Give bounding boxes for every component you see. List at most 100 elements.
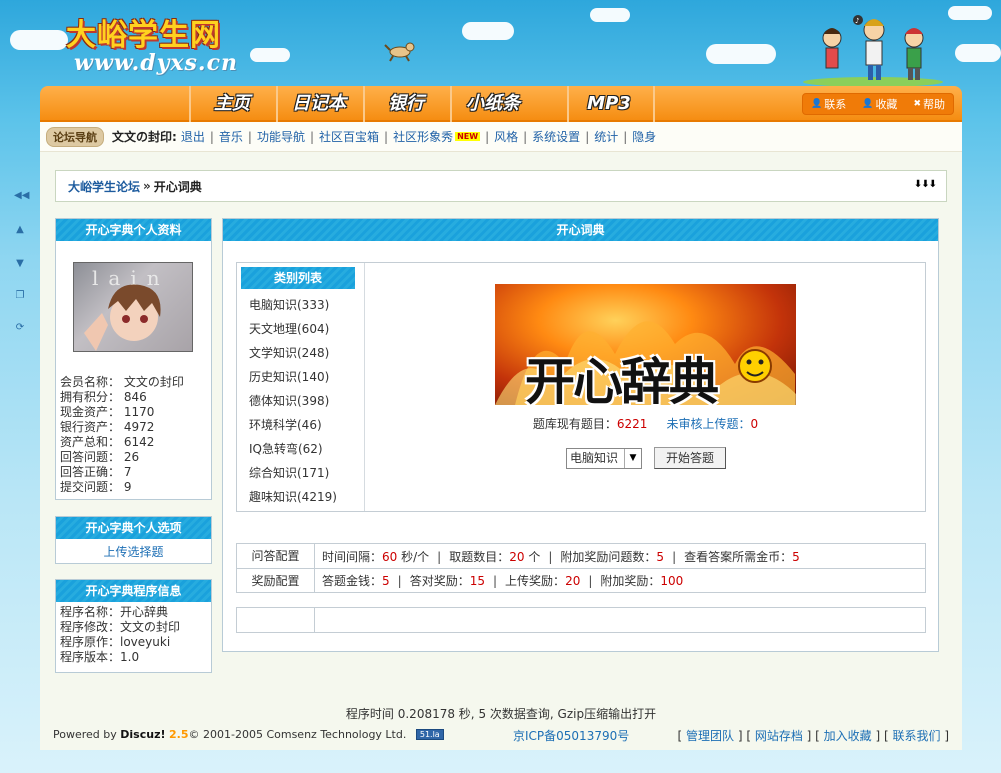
close-icon: ✖ [913, 99, 921, 109]
upload-question-link[interactable]: 上传选择题 [56, 543, 211, 560]
current-user: 文文の封印: [112, 130, 177, 144]
footer: Powered by Discuz! 2.5© 2001-2005 Comsen… [53, 727, 949, 743]
category-item[interactable]: 趣味知识(4219) [249, 488, 337, 505]
category-item[interactable]: 电脑知识(333) [249, 296, 329, 313]
forum-nav-badge: 论坛导航 [46, 126, 104, 147]
profile-row: 资产总和： 6142 [60, 435, 155, 449]
nav-diary[interactable]: 日记本 [281, 91, 357, 117]
profile-row: 现金资产： 1170 [60, 405, 155, 419]
invisible-link[interactable]: 隐身 [632, 128, 656, 145]
start-quiz-button[interactable]: 开始答题 [654, 447, 726, 469]
answer-config-row: 问答配置 时间间隔：60 秒/个 | 取题数目：20 个 | 附加奖励问题数：5 | 查看答… [237, 544, 925, 568]
nav-home[interactable]: 主页 [194, 91, 270, 117]
profile-row: 回答正确： 7 [60, 465, 132, 479]
nav-quicklinks: 👤 联系 👤 收藏 ✖ 帮助 [802, 93, 954, 115]
archive-link[interactable]: 网站存档 [755, 729, 803, 743]
profile-panel-title: 开心字典个人资料 [56, 219, 211, 241]
program-version: 程序版本：1.0 [60, 650, 140, 664]
site-logo-url: www.dyxs.cn [74, 50, 238, 76]
config-table: 问答配置 时间间隔：60 秒/个 | 取题数目：20 个 | 附加奖励问题数：5 | 查看答… [236, 543, 926, 593]
style-link[interactable]: 风格 [494, 128, 518, 145]
empty-table [236, 607, 926, 633]
avatar-show-link[interactable]: 社区形象秀 [393, 128, 453, 145]
site-logo[interactable]: 大峪学生网 [66, 10, 221, 54]
main-nav: 主页 日记本 银行 小纸条 MP3 👤 联系 👤 收藏 ✖ 帮助 [40, 86, 962, 122]
program-author: 程序原作：loveyuki [60, 635, 171, 649]
main-content: 大峪学生论坛 » 开心词典 ⬇⬇⬇ 开心字典个人资料 lain 会员名称： 文文… [40, 152, 962, 750]
nav-separator [450, 86, 452, 122]
pending-questions: 0 [750, 417, 759, 431]
site-banner: 大峪学生网 www.dyxs.cn ♪ [0, 0, 1001, 86]
quiz-panel-title: 开心词典 [223, 219, 938, 241]
bookmark-link[interactable]: 加入收藏 [824, 729, 872, 743]
category-item[interactable]: 天文地理(604) [249, 320, 329, 337]
nav-notes[interactable]: 小纸条 [455, 91, 531, 117]
dictionary-banner: 开心辞典 [495, 284, 796, 405]
person-icon: 👤 [862, 99, 874, 109]
profile-row: 提交问题： 9 [60, 480, 132, 494]
toolbox-link[interactable]: 社区百宝箱 [319, 128, 379, 145]
collapse-icon[interactable]: ⬇⬇⬇ [914, 179, 937, 190]
profile-row: 回答问题： 26 [60, 450, 140, 464]
program-modifier: 程序修改：文文の封印 [60, 620, 181, 634]
icp-link[interactable]: 京ICP备05013790号 [513, 727, 629, 744]
quiz-panel: 开心词典 类别列表 电脑知识(333) 天文地理(604) 文学知识(248) … [222, 218, 939, 652]
settings-link[interactable]: 系统设置 [532, 128, 580, 145]
stats-link[interactable]: 统计 [594, 128, 618, 145]
profile-row: 会员名称： 文文の封印 [60, 375, 184, 389]
category-item[interactable]: IQ急转弯(62) [249, 440, 323, 457]
new-badge: NEW [455, 132, 481, 141]
category-item[interactable]: 环境科学(46) [249, 416, 322, 433]
category-select[interactable]: 电脑知识 ▼ [566, 448, 642, 469]
nav-mp3[interactable]: MP3 [571, 91, 647, 117]
category-item[interactable]: 文学知识(248) [249, 344, 329, 361]
svg-text:♪: ♪ [855, 17, 859, 25]
breadcrumb-current: 开心词典 [153, 179, 202, 194]
program-info-title: 开心字典程序信息 [56, 580, 211, 602]
footer-runtime: 程序时间 0.208178 秒, 5 次数据查询, Gzip压缩输出打开 [345, 707, 657, 721]
scroll-back-icon[interactable]: ◀◀ [14, 190, 29, 201]
kids-illustration: ♪ [803, 15, 943, 86]
refresh-icon[interactable]: ⟳ [14, 322, 26, 333]
help-link[interactable]: ✖ 帮助 [913, 96, 945, 112]
forum-nav: 论坛导航 文文の封印: 退出 | 音乐 | 功能导航 | 社区百宝箱 | 社区形象秀 NE… [40, 122, 962, 152]
category-item[interactable]: 历史知识(140) [249, 368, 329, 385]
window-icon[interactable]: ❐ [14, 290, 26, 301]
profile-row: 银行资产： 4972 [60, 420, 155, 434]
function-nav-link[interactable]: 功能导航 [257, 128, 305, 145]
chevron-down-icon: ▼ [624, 449, 641, 468]
scroll-up-icon[interactable]: ▲ [14, 224, 26, 235]
category-item[interactable]: 德体知识(398) [249, 392, 329, 409]
contact-us-link[interactable]: 联系我们 [892, 729, 940, 743]
favorite-link[interactable]: 👤 收藏 [862, 96, 897, 112]
footer-links: [ 管理团队 ] [ 网站存档 ] [ 加入收藏 ] [ 联系我们 ] [677, 729, 950, 743]
logout-link[interactable]: 退出 [181, 128, 205, 145]
contact-link[interactable]: 👤 联系 [811, 96, 846, 112]
nav-separator [567, 86, 569, 122]
dog-icon [384, 42, 415, 62]
stats-badge[interactable]: 51.la [415, 729, 444, 740]
options-panel-title: 开心字典个人选项 [56, 517, 211, 539]
reward-config-row: 奖励配置 答题金钱：5 | 答对奖励：15 | 上传奖励：20 | 附加奖励：100 [237, 568, 925, 592]
music-link[interactable]: 音乐 [219, 128, 243, 145]
total-questions: 6221 [616, 417, 648, 431]
profile-panel: 开心字典个人资料 lain 会员名称： 文文の封印 拥有积分： 846 现金资产… [55, 218, 212, 500]
dictionary-banner-text: 开心辞典 [525, 352, 719, 405]
options-panel: 开心字典个人选项 上传选择题 [55, 516, 212, 564]
nav-bank[interactable]: 银行 [368, 91, 444, 117]
profile-stats: 会员名称： 文文の封印 拥有积分： 846 现金资产： 1170 银行资产： 4… [60, 375, 184, 495]
nav-separator [363, 86, 365, 122]
profile-row: 拥有积分： 846 [60, 390, 147, 404]
category-item[interactable]: 综合知识(171) [249, 464, 329, 481]
category-list-title: 类别列表 [241, 267, 355, 289]
discuz-link[interactable]: Discuz! [120, 728, 165, 741]
program-info-panel: 开心字典程序信息 程序名称：开心辞典 程序修改：文文の封印 程序原作：lovey… [55, 579, 212, 673]
person-icon: 👤 [811, 99, 823, 109]
admin-team-link[interactable]: 管理团队 [686, 729, 734, 743]
avatar: lain [73, 262, 193, 352]
powered-by: Powered by Discuz! 2.5© 2001-2005 Comsen… [53, 728, 444, 741]
breadcrumb: 大峪学生论坛 » 开心词典 ⬇⬇⬇ [55, 170, 947, 202]
nav-separator [653, 86, 655, 122]
scroll-down-icon[interactable]: ▼ [14, 258, 26, 269]
breadcrumb-home[interactable]: 大峪学生论坛 [68, 178, 140, 195]
